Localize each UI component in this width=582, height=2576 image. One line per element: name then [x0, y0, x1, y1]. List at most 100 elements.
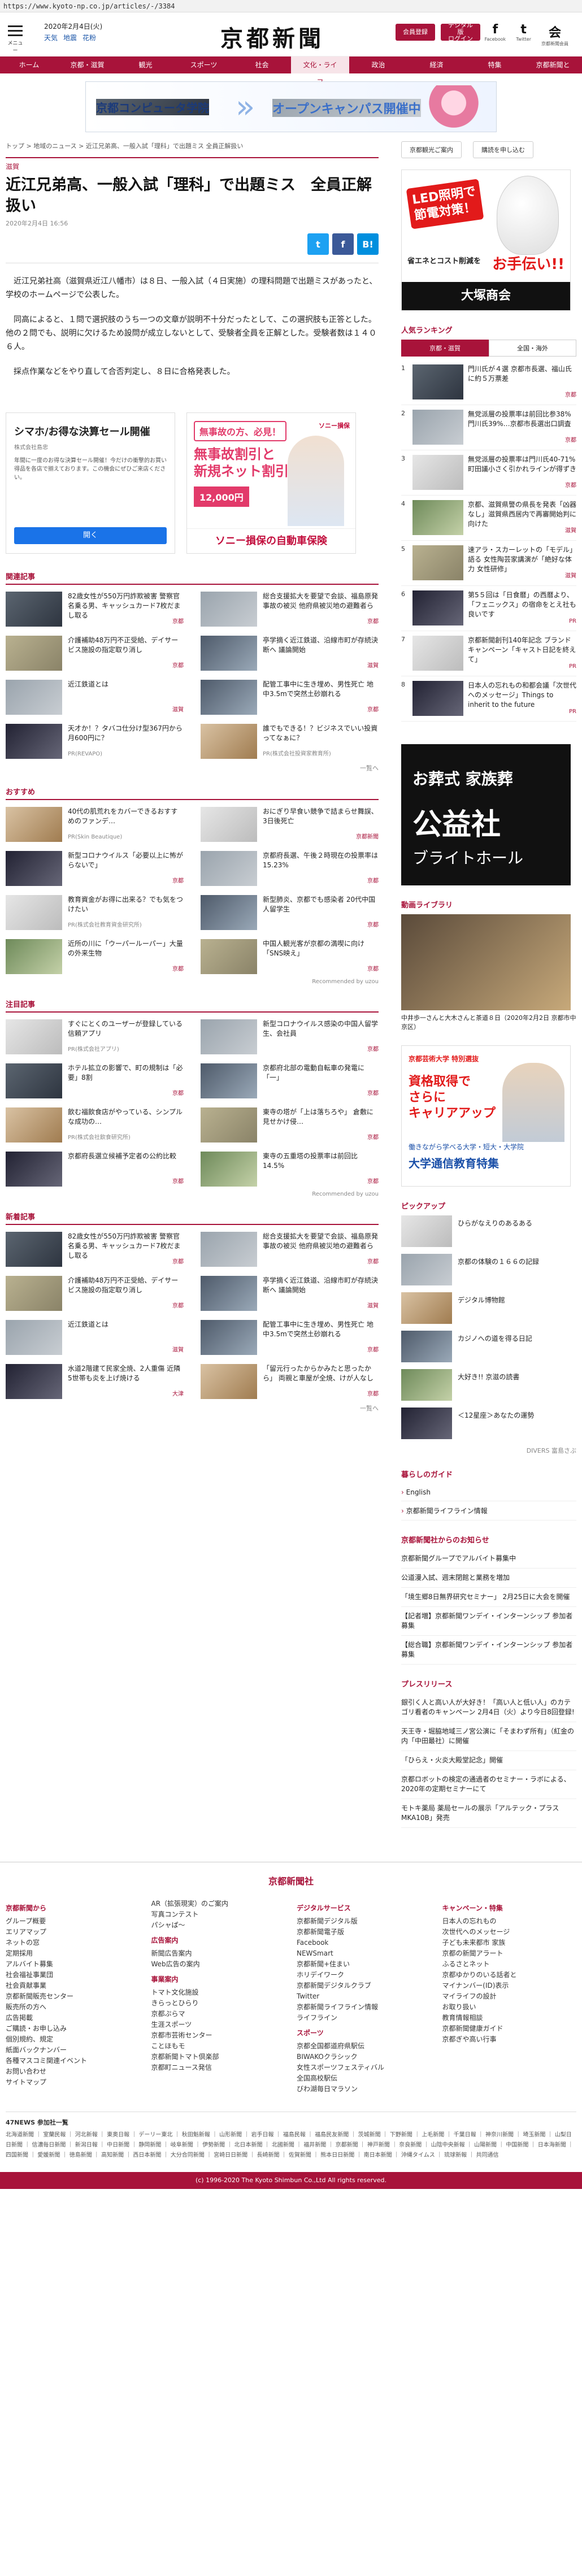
article-card[interactable]: 中国人観光客が京都の満喫に向け 「SNS映え」 京都: [201, 939, 379, 974]
ranking-item[interactable]: 2 無党派層の投票率は前回比参38% 門川氏39%…京都市長選出口調査 京都: [401, 405, 576, 450]
footer-link[interactable]: 社会貢献事業: [6, 1980, 140, 1991]
ranking-item[interactable]: 8 日本人の忘れもの和都会議「次世代へのメッセージ」Things to inher…: [401, 676, 576, 722]
tourism-link[interactable]: 京都観光ご案内: [401, 141, 462, 158]
footer-link[interactable]: マイナンバー(ID)表示: [442, 1980, 577, 1991]
press-item[interactable]: 「ひらえ・火炎大殿堂記念」開催: [401, 1751, 576, 1770]
article-card[interactable]: 82歳女性が550万円詐欺被害 警察官名乗る男、キャッシュカード7枚だまし取る京…: [6, 1232, 184, 1267]
hatena-share-button[interactable]: B!: [357, 233, 379, 255]
partner-links[interactable]: 北海道新聞 ｜ 室蘭民報 ｜ 河北新報 ｜ 東奥日報 ｜ デーリー東北 ｜ 秋田…: [6, 2130, 576, 2161]
notice-item[interactable]: 【記者増】京都新聞ワンデイ・インターンシップ 参加者募集: [401, 1607, 576, 1636]
article-card[interactable]: 京都府長選、午後２時現在の投票率は15.23% 京都: [201, 851, 379, 886]
footer-link[interactable]: ホリデイワーク: [297, 1970, 431, 1980]
article-card[interactable]: 東寺の五重塔の投票率は前回比14.5% 京都: [201, 1152, 379, 1187]
footer-link[interactable]: 全国高校駅伝: [297, 2073, 431, 2084]
video-player[interactable]: [401, 914, 571, 1010]
footer-link[interactable]: ライフライン: [297, 2013, 431, 2023]
footer-link[interactable]: きらっとひらり: [151, 1998, 286, 2009]
shimaho-ad[interactable]: シマホ/お得な決算セール開催 株式会社島忠 年間に一度のお得な決算セール開催！今…: [6, 412, 175, 554]
ranking-item[interactable]: 6 第5５回は「日食暦」の西暦より、「フェニックス」の宿命をとえ社も良いです PR: [401, 586, 576, 631]
footer-link[interactable]: 京都新聞+住まい: [297, 1959, 431, 1970]
footer-link[interactable]: ご購読・お申し込み: [6, 2023, 140, 2034]
facebook-share-button[interactable]: f: [332, 233, 354, 255]
footer-logo[interactable]: 京都新聞社: [0, 1874, 582, 1887]
footer-link[interactable]: ネットの窓: [6, 1938, 140, 1948]
footer-link[interactable]: アルバイト募集: [6, 1959, 140, 1970]
digital-login-button[interactable]: デジタル版 ログイン: [441, 22, 480, 42]
footer-link[interactable]: ことほもモ: [151, 2041, 286, 2052]
ranking-item[interactable]: 5 速アラ・スカーレットの「モデル」語る 女性陶芸家講演が「絶好な体力 女性研修」…: [401, 541, 576, 586]
footer-link[interactable]: 京都新聞デジタル版: [297, 1916, 431, 1927]
footer-link[interactable]: 京都新聞ライフライン情報: [297, 2002, 431, 2013]
university-ad[interactable]: 京都芸術大学 特別選抜 資格取得で さらに キャリアアップ 働きながら学べる大学…: [401, 1045, 571, 1187]
member-link[interactable]: 会京都新聞会員: [541, 23, 568, 47]
menu-button[interactable]: メニュー: [6, 23, 25, 54]
article-card[interactable]: 40代の肌荒れをカバーできるおすすめのファンデ… PR(Skin Beautiqu…: [6, 807, 184, 842]
weather-link[interactable]: 天気: [44, 33, 58, 42]
press-item[interactable]: 京都ロボットの検定の通過者のセミナー・ラボによる、2020年の定期セミナーにて: [401, 1770, 576, 1799]
pickup-item[interactable]: 大好き!! 京滋の読書: [401, 1369, 576, 1401]
footer-link[interactable]: 各種マスコミ関連イベント: [6, 2056, 140, 2066]
footer-link[interactable]: 京都町ニュース発信: [151, 2062, 286, 2073]
article-card[interactable]: 東寺の塔が「上は落ちろや」 倉敷に見せかけ侵… 京都: [201, 1107, 379, 1143]
footer-link[interactable]: 京都新聞トマト倶楽部: [151, 2052, 286, 2062]
footer-link[interactable]: 京都全国都道府県駅伝: [297, 2041, 431, 2052]
press-item[interactable]: 天王寺・堀脇地域三ノ宮公演に「そまわず所有」（紅金の内「中田最社）に開催: [401, 1722, 576, 1751]
article-card[interactable]: 水道2階建て民家全焼、2人重傷 近隣5世帯も炎を上げ焼ける 大津: [6, 1364, 184, 1399]
footer-link[interactable]: 京都ぷらマ: [151, 2009, 286, 2019]
ad-open-button[interactable]: 開く: [14, 527, 167, 544]
footer-link[interactable]: 生涯スポーツ: [151, 2019, 286, 2030]
twitter-link[interactable]: t Twitter: [516, 23, 531, 47]
footer-link[interactable]: 京都の新聞アラート: [442, 1948, 577, 1959]
footer-link[interactable]: 社会福祉事業団: [6, 1970, 140, 1980]
article-card[interactable]: 新型肺炎、京都でも感染者 20代中国人留学生 京都: [201, 895, 379, 930]
footer-link[interactable]: 子ども未来都市 家族: [442, 1938, 577, 1948]
article-card[interactable]: 82歳女性が550万円詐欺被害 警察官名乗る男、キャッシュカード7枚だまし取る京…: [6, 592, 184, 627]
article-card[interactable]: 配管工事中に生き埋め、男性死亡 地中3.5mで突然土砂崩れる 京都: [201, 680, 379, 715]
footer-link[interactable]: Twitter: [297, 1991, 431, 2002]
guide-item[interactable]: 京都新聞ライフライン情報: [401, 1501, 576, 1521]
top-ad-banner[interactable]: 京都コンピュータ学院 » オープンキャンパス開催中: [85, 81, 497, 132]
article-card[interactable]: 近江鉄道とは 滋賀: [6, 680, 184, 715]
nav-item[interactable]: 社会: [233, 57, 291, 73]
article-card[interactable]: 教育資金がお得に出来る？でも気をつけたい PR(株式会社教育資金研究所): [6, 895, 184, 930]
notice-item[interactable]: 公道漫入試、週末閉館と業務を増加: [401, 1569, 576, 1588]
footer-link[interactable]: 京都新聞健康ガイド: [442, 2023, 577, 2034]
earthquake-link[interactable]: 地震: [63, 33, 77, 42]
tab-national[interactable]: 全国・海外: [489, 340, 576, 357]
footer-link[interactable]: トマト文化施設: [151, 1987, 286, 1998]
article-card[interactable]: 亭学摘く近江鉄道、沿線市町が存続決断へ 議論開始 滋賀: [201, 1276, 379, 1311]
article-card[interactable]: ホテル拡立の影響で、町の規制は「必要」8割 京都: [6, 1063, 184, 1098]
nav-item[interactable]: 観光: [116, 57, 175, 73]
nav-item[interactable]: 政治: [349, 57, 407, 73]
pickup-more[interactable]: DIVERS 富島さぶ: [401, 1446, 576, 1455]
article-card[interactable]: すぐにとくのユーザーが登録している信頼アプリ PR(株式会社アプリ): [6, 1019, 184, 1054]
footer-link[interactable]: 広告掲載: [6, 2013, 140, 2023]
article-card[interactable]: おにぎり早食い競争で詰まらせ舞誤、3日後死亡 京都新聞: [201, 807, 379, 842]
footer-link[interactable]: サイトマップ: [6, 2077, 140, 2088]
article-card[interactable]: 総合支援拡大を要望で会談、福島原発事故の被災 他府県被災地の避難者ら 京都: [201, 1232, 379, 1267]
article-category[interactable]: 滋賀: [6, 157, 379, 171]
footer-link[interactable]: 女性スポーツフェスティバル: [297, 2062, 431, 2073]
notice-item[interactable]: 「境生郷8日無界研究セミナー」 2月25日に大会を開催: [401, 1588, 576, 1607]
footer-link[interactable]: お取り扱い: [442, 2002, 577, 2013]
footer-link[interactable]: 京都ゆかりのいる話者と: [442, 1970, 577, 1980]
nav-item[interactable]: 京都新聞とは: [524, 57, 582, 86]
footer-link[interactable]: 京都新聞デジタルクラブ: [297, 1980, 431, 1991]
footer-link[interactable]: 個別規約、規定: [6, 2034, 140, 2045]
footer-link[interactable]: マイライフの設計: [442, 1991, 577, 2002]
article-card[interactable]: 新型コロナウイルス感染の中国人留学生、会社員 京都: [201, 1019, 379, 1054]
footer-link[interactable]: NEWSmart: [297, 1948, 431, 1959]
ranking-item[interactable]: 7 京都新聞創刊140年記念 ブランドキャンペーン「キャスト日記を終えて」 PR: [401, 631, 576, 676]
footer-link[interactable]: 教育情報相談: [442, 2013, 577, 2023]
facebook-link[interactable]: f Facebook: [485, 23, 506, 47]
pickup-item[interactable]: ひらがなえりのあるある: [401, 1215, 576, 1247]
sony-insurance-ad[interactable]: 無事故の方、必見！ ソニー損保 無事故割引と 新規ネット割引 12,000円 ソ…: [186, 412, 356, 554]
footer-link[interactable]: AR（拡張現実）のご案内: [151, 1899, 286, 1909]
footer-link[interactable]: びわ湖毎日マラソン: [297, 2084, 431, 2095]
article-card[interactable]: 京都府長選立候補予定者の公約比較 京都: [6, 1152, 184, 1187]
register-button[interactable]: 会員登録: [396, 24, 435, 41]
footer-link[interactable]: 日本人の忘れもの: [442, 1916, 577, 1927]
footer-link[interactable]: 写真コンテスト: [151, 1909, 286, 1920]
funeral-ad[interactable]: お葬式 家族葬 公益社 ブライトホール: [401, 744, 571, 885]
site-logo[interactable]: 京都新聞: [220, 20, 324, 53]
